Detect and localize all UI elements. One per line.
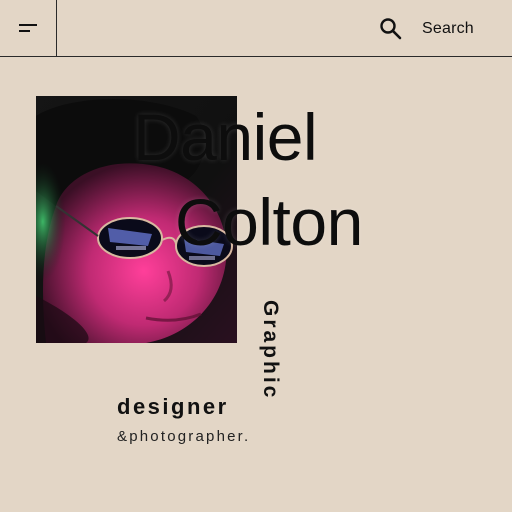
- search-button[interactable]: Search: [378, 14, 474, 44]
- menu-button[interactable]: [0, 0, 57, 57]
- search-icon[interactable]: [378, 16, 404, 42]
- search-label[interactable]: Search: [422, 20, 474, 38]
- top-bar: Search: [0, 0, 512, 57]
- menu-icon[interactable]: [19, 24, 37, 34]
- last-name: Colton: [175, 185, 363, 259]
- vertical-title-word: Graphic: [259, 300, 282, 401]
- role-subtitle: &photographer.: [117, 428, 251, 445]
- role-title: designer: [117, 394, 229, 419]
- first-name: Daniel: [133, 100, 318, 174]
